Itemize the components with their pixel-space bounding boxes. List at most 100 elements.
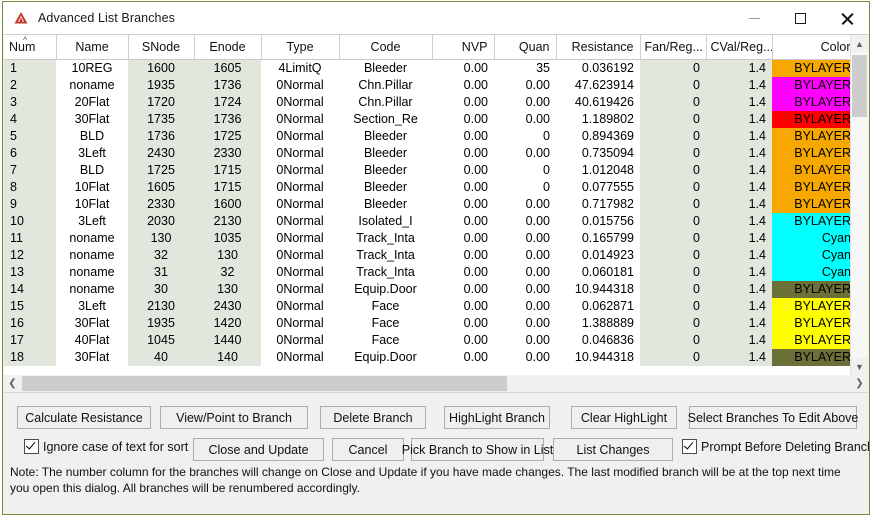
cell-snode: 1725 [128, 162, 194, 179]
ignore-case-checkbox[interactable]: Ignore case of text for sort [24, 439, 188, 454]
table-row[interactable]: 17 40Flat 1045 1440 0Normal Face 0.00 0.00 0.046… [4, 332, 851, 349]
scroll-down-button[interactable]: ▼ [851, 358, 868, 375]
cell-code: Face [339, 332, 432, 349]
delete-branch-button[interactable]: Delete Branch [320, 406, 426, 429]
list-changes-button[interactable]: List Changes [553, 438, 673, 461]
pick-branch-to-show-button[interactable]: Pick Branch to Show in List [402, 438, 553, 461]
cell-cval: 1.4 [706, 179, 772, 196]
table-row[interactable]: 6 3Left 2430 2330 0Normal Bleeder 0.00 0.00 0.73… [4, 145, 851, 162]
cell-name: 3Left [56, 145, 128, 162]
column-header-num[interactable]: Num ^ [4, 35, 57, 60]
scroll-right-button[interactable]: ❯ [851, 375, 868, 392]
select-branches-to-edit-button[interactable]: Select Branches To Edit Above [688, 406, 858, 429]
cell-type: 0Normal [261, 332, 339, 349]
cell-type: 0Normal [261, 230, 339, 247]
column-header-cval-reg[interactable]: CVal/Reg... [706, 35, 773, 60]
table-row[interactable]: 2 noname 1935 1736 0Normal Chn.Pillar 0.00 0.00… [4, 77, 851, 94]
minimize-button[interactable] [731, 2, 777, 34]
cell-color: BYLAYER [772, 59, 851, 77]
table-row[interactable]: 8 10Flat 1605 1715 0Normal Bleeder 0.00 0 0.0775… [4, 179, 851, 196]
cell-color: Cyan [772, 230, 851, 247]
scroll-left-button[interactable]: ❮ [4, 375, 21, 392]
table-row[interactable]: 1 10REG 1600 1605 4LimitQ Bleeder 0.00 35 0.0361… [4, 59, 851, 77]
horizontal-scrollbar[interactable]: ❮ ❯ [4, 375, 868, 393]
close-and-update-button[interactable]: Close and Update [193, 438, 324, 461]
table-row[interactable]: 10 3Left 2030 2130 0Normal Isolated_I 0.00 0.00… [4, 213, 851, 230]
clear-highlight-button[interactable]: Clear HighLight [571, 406, 677, 429]
table-row[interactable]: 16 30Flat 1935 1420 0Normal Face 0.00 0.00 1.388… [4, 315, 851, 332]
horizontal-scroll-thumb[interactable] [22, 376, 507, 391]
vertical-scroll-thumb[interactable] [852, 55, 867, 117]
cell-snode: 1736 [128, 128, 194, 145]
cell-type: 0Normal [261, 264, 339, 281]
table-row[interactable]: 13 noname 31 32 0Normal Track_Inta 0.00 0.00 0.0… [4, 264, 851, 281]
column-header-code[interactable]: Code [339, 35, 433, 60]
close-button[interactable] [823, 2, 869, 34]
cell-type: 0Normal [261, 281, 339, 298]
cell-color: BYLAYER [772, 128, 851, 145]
cell-type: 0Normal [261, 247, 339, 264]
action-panel: Calculate Resistance View/Point to Branc… [3, 393, 869, 514]
cell-quan: 0.00 [494, 349, 556, 366]
cell-snode: 2130 [128, 298, 194, 315]
cell-enode: 32 [194, 264, 261, 281]
table-row[interactable]: 18 30Flat 40 140 0Normal Equip.Door 0.00 0.00 10… [4, 349, 851, 366]
cell-type: 0Normal [261, 196, 339, 213]
table-row[interactable]: 5 BLD 1736 1725 0Normal Bleeder 0.00 0 0.894369 0… [4, 128, 851, 145]
column-header-color[interactable]: Color [772, 35, 851, 60]
cell-snode: 40 [128, 349, 194, 366]
column-header-type[interactable]: Type [261, 35, 340, 60]
cell-cval: 1.4 [706, 281, 772, 298]
table-row[interactable]: 11 noname 130 1035 0Normal Track_Inta 0.00 0.00… [4, 230, 851, 247]
column-header-quan[interactable]: Quan [494, 35, 557, 60]
cell-num: 16 [4, 315, 56, 332]
table-row[interactable]: 7 BLD 1725 1715 0Normal Bleeder 0.00 0 1.012048 0… [4, 162, 851, 179]
cell-num: 3 [4, 94, 56, 111]
cell-cval: 1.4 [706, 128, 772, 145]
view-point-to-branch-button[interactable]: View/Point to Branch [160, 406, 308, 429]
title-bar[interactable]: Advanced List Branches [3, 2, 869, 34]
table-row[interactable]: 14 noname 30 130 0Normal Equip.Door 0.00 0.00 10… [4, 281, 851, 298]
branches-grid[interactable]: Num ^ Name SNode Enode Type Code NVP Qua… [4, 34, 868, 375]
cell-nvp: 0.00 [432, 179, 494, 196]
column-header-fan-reg[interactable]: Fan/Reg... [640, 35, 707, 60]
column-header-name[interactable]: Name [56, 35, 129, 60]
cell-nvp: 0.00 [432, 332, 494, 349]
cell-cval: 1.4 [706, 315, 772, 332]
cell-fan: 0 [640, 196, 706, 213]
table-row[interactable]: 9 10Flat 2330 1600 0Normal Bleeder 0.00 0.00 0.7… [4, 196, 851, 213]
checkbox-check-icon [682, 439, 697, 454]
table-row[interactable]: 15 3Left 2130 2430 0Normal Face 0.00 0.00 0.0628… [4, 298, 851, 315]
cell-cval: 1.4 [706, 332, 772, 349]
column-header-resistance[interactable]: Resistance [556, 35, 641, 60]
cancel-button[interactable]: Cancel [332, 438, 404, 461]
column-header-nvp[interactable]: NVP [432, 35, 495, 60]
cell-type: 4LimitQ [261, 59, 339, 77]
prompt-before-deleting-checkbox[interactable]: Prompt Before Deleting Branches [682, 439, 869, 454]
table-row[interactable]: 3 20Flat 1720 1724 0Normal Chn.Pillar 0.00 0.00… [4, 94, 851, 111]
cell-cval: 1.4 [706, 230, 772, 247]
highlight-branch-button[interactable]: HighLight Branch [444, 406, 550, 429]
cell-name: 3Left [56, 213, 128, 230]
table-row[interactable]: 4 30Flat 1735 1736 0Normal Section_Re 0.00 0.00… [4, 111, 851, 128]
calculate-resistance-button[interactable]: Calculate Resistance [17, 406, 151, 429]
column-header-snode[interactable]: SNode [128, 35, 195, 60]
cell-fan: 0 [640, 281, 706, 298]
scroll-up-button[interactable]: ▲ [851, 35, 868, 52]
cell-snode: 1605 [128, 179, 194, 196]
cell-res: 0.077555 [556, 179, 640, 196]
column-header-enode[interactable]: Enode [194, 35, 262, 60]
cell-quan: 0.00 [494, 230, 556, 247]
cell-enode: 1736 [194, 77, 261, 94]
cell-snode: 2430 [128, 145, 194, 162]
cell-fan: 0 [640, 315, 706, 332]
cell-name: 30Flat [56, 111, 128, 128]
maximize-button[interactable] [777, 2, 823, 34]
table-row[interactable]: 12 noname 32 130 0Normal Track_Inta 0.00 0.00 0.… [4, 247, 851, 264]
vertical-scrollbar[interactable]: ▲ ▼ [850, 35, 868, 375]
cell-fan: 0 [640, 77, 706, 94]
cell-res: 0.036192 [556, 59, 640, 77]
cell-fan: 0 [640, 94, 706, 111]
cell-color: BYLAYER [772, 298, 851, 315]
cell-nvp: 0.00 [432, 213, 494, 230]
